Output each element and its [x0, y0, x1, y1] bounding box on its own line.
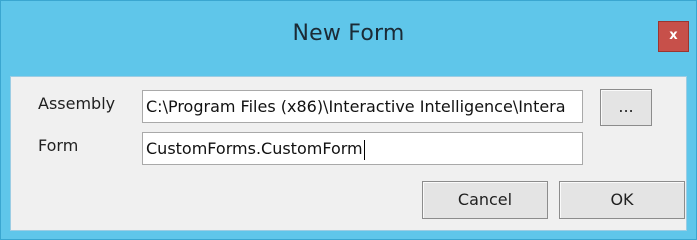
- assembly-label: Assembly: [38, 94, 116, 113]
- dialog-title: New Form: [292, 21, 405, 46]
- new-form-dialog: New Form x Assembly C:\Program Files (x8…: [0, 0, 697, 240]
- assembly-input[interactable]: C:\Program Files (x86)\Interactive Intel…: [142, 90, 583, 123]
- form-input[interactable]: CustomForms.CustomForm: [142, 132, 583, 165]
- form-input-value: CustomForms.CustomForm: [146, 139, 363, 158]
- form-label: Form: [38, 136, 79, 155]
- dialog-body: Assembly C:\Program Files (x86)\Interact…: [10, 76, 687, 231]
- ok-button[interactable]: OK: [559, 181, 685, 219]
- ellipsis-icon: ...: [618, 97, 634, 116]
- cancel-button[interactable]: Cancel: [422, 181, 548, 219]
- browse-button[interactable]: ...: [600, 89, 652, 126]
- close-button[interactable]: x: [658, 21, 689, 52]
- close-icon: x: [669, 28, 678, 43]
- text-caret: [363, 139, 365, 160]
- title-bar[interactable]: New Form x: [1, 1, 696, 76]
